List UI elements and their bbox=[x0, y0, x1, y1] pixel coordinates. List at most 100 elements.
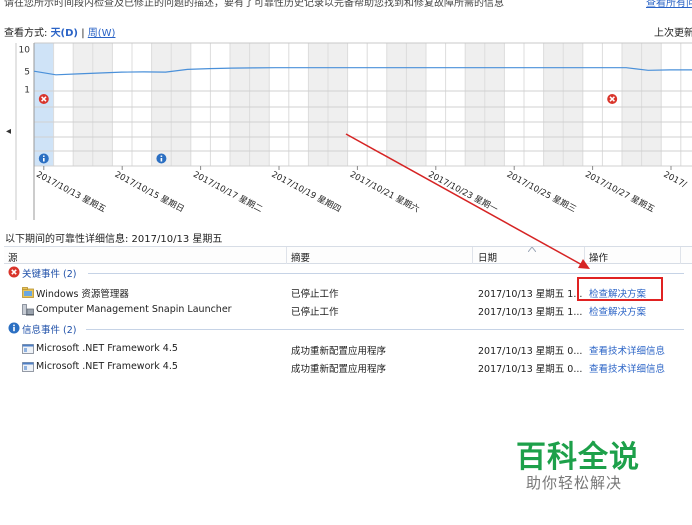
reliability-chart[interactable]: 10 5 1 ◂ 2017/10/13 星期五 2017/10/15 星期日 2017/10… bbox=[0, 40, 692, 226]
view-all-problem-reports-link[interactable]: 查看所有问题报告 bbox=[646, 0, 692, 8]
details-grid-header: 源 摘要 日期 操作 bbox=[4, 246, 692, 264]
row-source: Microsoft .NET Framework 4.5 bbox=[36, 343, 178, 354]
x-tick-label: 2017/10/13 星期五 bbox=[34, 170, 107, 215]
view-mode-separator: | bbox=[81, 28, 85, 39]
row-date: 2017/10/13 星期五 1... bbox=[478, 289, 583, 300]
day-column bbox=[112, 43, 132, 166]
sort-ascending-icon bbox=[528, 247, 536, 252]
day-column bbox=[484, 43, 505, 166]
day-column bbox=[53, 43, 74, 166]
view-mode-bar: 查看方式: 天(D) | 周(W) bbox=[4, 24, 116, 39]
column-separator[interactable] bbox=[286, 247, 287, 264]
row-summary: 已停止工作 bbox=[291, 289, 339, 300]
column-header-summary[interactable]: 摘要 bbox=[291, 250, 310, 264]
highlight-box bbox=[577, 277, 663, 301]
day-column bbox=[426, 43, 446, 166]
day-column bbox=[504, 43, 524, 166]
day-column bbox=[641, 43, 662, 166]
last-update-label: 上次更新 bbox=[654, 28, 692, 39]
row-date: 2017/10/13 星期五 0... bbox=[478, 346, 583, 357]
day-column bbox=[465, 43, 485, 166]
application-icon bbox=[22, 362, 34, 372]
application-icon bbox=[22, 344, 34, 354]
x-tick-label: 2017/10/15 星期日 bbox=[113, 170, 186, 215]
view-day-link[interactable]: 天(D) bbox=[51, 28, 78, 39]
day-column bbox=[171, 43, 191, 166]
day-column bbox=[269, 43, 289, 166]
group-label-info: 信息事件 (2) bbox=[22, 325, 77, 336]
info-event-icon bbox=[43, 155, 45, 157]
day-column bbox=[328, 43, 348, 166]
computer-management-icon bbox=[22, 304, 34, 316]
info-icon bbox=[8, 322, 20, 334]
watermark-subtitle: 助你轻松解决 bbox=[526, 474, 623, 492]
watermark-title: 百科全说 bbox=[516, 440, 640, 475]
day-column bbox=[367, 43, 387, 166]
day-column bbox=[661, 43, 681, 166]
day-column bbox=[582, 43, 603, 166]
row-source: Computer Management Snapin Launcher bbox=[36, 304, 232, 315]
day-column bbox=[445, 43, 466, 166]
x-tick-label: 2017/10/27 星期五 bbox=[583, 170, 656, 215]
scroll-left-icon[interactable]: ◂ bbox=[6, 126, 11, 137]
details-title: 以下期间的可靠性详细信息: 2017/10/13 星期五 bbox=[5, 234, 223, 245]
row-source: Microsoft .NET Framework 4.5 bbox=[36, 361, 178, 372]
view-technical-details-link[interactable]: 查看技术详细信息 bbox=[589, 343, 665, 357]
critical-error-icon bbox=[8, 266, 20, 278]
table-row[interactable]: Microsoft .NET Framework 4.5 成功重新配置应用程序 … bbox=[4, 340, 692, 358]
column-header-source[interactable]: 源 bbox=[8, 250, 18, 264]
row-summary: 成功重新配置应用程序 bbox=[291, 364, 387, 375]
row-source: Windows 资源管理器 bbox=[36, 289, 129, 300]
column-separator[interactable] bbox=[584, 247, 585, 264]
day-column bbox=[210, 43, 230, 166]
check-solution-link[interactable]: 检查解决方案 bbox=[589, 304, 646, 318]
column-separator[interactable] bbox=[472, 247, 473, 264]
x-tick-label: 2017/10/23 星期一 bbox=[426, 170, 499, 215]
day-column bbox=[230, 43, 250, 166]
day-column bbox=[386, 43, 407, 166]
x-tick-label: 2017/10/19 星期四 bbox=[270, 170, 343, 215]
day-column bbox=[92, 43, 113, 166]
x-tick-label: 2017/ bbox=[662, 170, 688, 190]
day-column bbox=[132, 43, 152, 166]
table-row[interactable]: Computer Management Snapin Launcher 已停止工… bbox=[4, 301, 692, 319]
day-column bbox=[73, 43, 93, 166]
day-column bbox=[190, 43, 211, 166]
day-column bbox=[347, 43, 368, 166]
y-tick-label: 5 bbox=[24, 68, 30, 78]
row-summary: 成功重新配置应用程序 bbox=[291, 346, 387, 357]
day-column bbox=[151, 43, 172, 166]
view-week-link[interactable]: 周(W) bbox=[88, 28, 116, 39]
day-column bbox=[543, 43, 564, 166]
day-column bbox=[563, 43, 583, 166]
day-column bbox=[602, 43, 622, 166]
info-event-icon bbox=[43, 158, 45, 162]
group-divider bbox=[88, 273, 684, 274]
top-description-strip: 请在您所示时间段内检查及已修正的问题的描述，要有了可靠性历史记录以完备帮助您找到… bbox=[0, 0, 692, 8]
column-header-date[interactable]: 日期 bbox=[478, 250, 497, 264]
x-tick-label: 2017/10/25 星期三 bbox=[505, 170, 578, 215]
x-tick-label: 2017/10/17 星期二 bbox=[191, 170, 264, 215]
info-event-icon bbox=[160, 158, 163, 162]
row-summary: 已停止工作 bbox=[291, 307, 339, 318]
day-column bbox=[406, 43, 426, 166]
day-column bbox=[288, 43, 309, 166]
day-column bbox=[308, 43, 328, 166]
y-tick-label: 10 bbox=[19, 46, 31, 56]
view-mode-label: 查看方式: bbox=[4, 28, 48, 39]
day-column bbox=[34, 43, 54, 166]
top-description-text: 请在您所示时间段内检查及已修正的问题的描述，要有了可靠性历史记录以完备帮助您找到… bbox=[4, 0, 504, 8]
group-label-critical: 关键事件 (2) bbox=[22, 269, 77, 280]
column-header-action[interactable]: 操作 bbox=[589, 250, 608, 264]
view-technical-details-link[interactable]: 查看技术详细信息 bbox=[589, 361, 665, 375]
column-separator[interactable] bbox=[680, 247, 681, 264]
info-event-icon bbox=[160, 155, 163, 157]
x-tick-label: 2017/10/21 星期六 bbox=[348, 169, 422, 215]
day-column bbox=[680, 43, 692, 166]
day-column bbox=[524, 43, 544, 166]
group-divider bbox=[86, 329, 684, 330]
day-column bbox=[622, 43, 642, 166]
y-tick-label: 1 bbox=[24, 86, 30, 96]
table-row[interactable]: Microsoft .NET Framework 4.5 成功重新配置应用程序 … bbox=[4, 358, 692, 376]
row-date: 2017/10/13 星期五 1... bbox=[478, 307, 583, 318]
